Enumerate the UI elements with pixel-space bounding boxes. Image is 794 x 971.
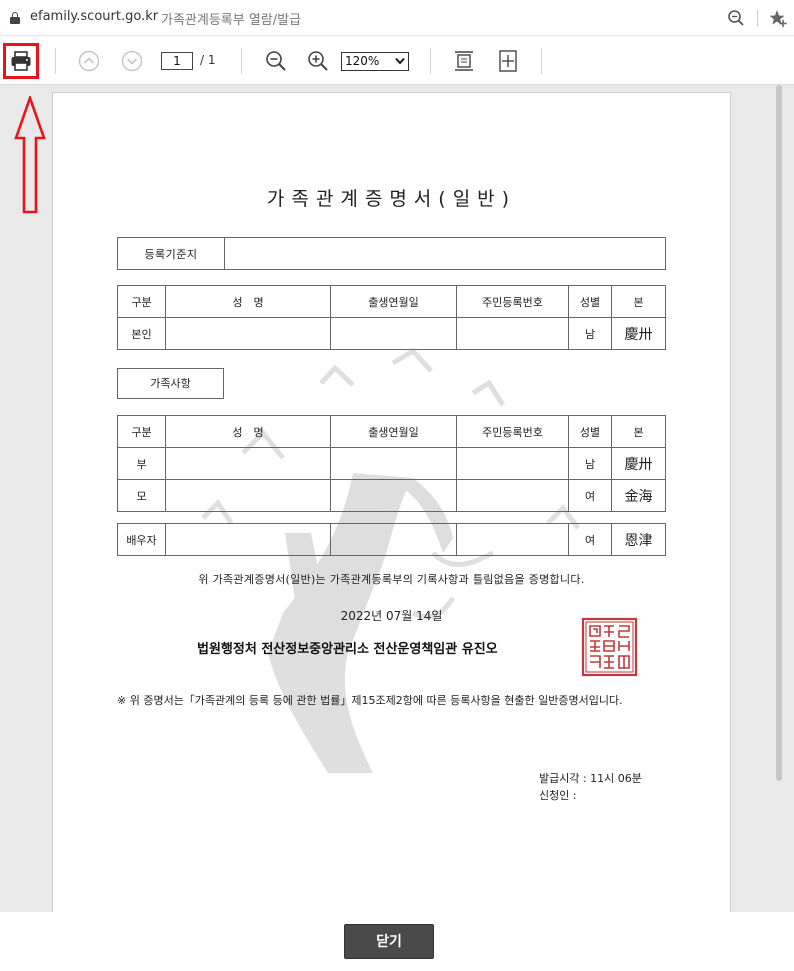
col-origin: 본	[611, 285, 666, 318]
bookmark-star-icon[interactable]	[768, 8, 788, 28]
row-id-number	[456, 317, 569, 350]
table-header-row: 구분 성 명 출생연월일 주민등록번호 성별 본	[117, 415, 666, 448]
row-id-number	[456, 479, 569, 512]
col-origin: 본	[611, 415, 666, 448]
row-gender: 남	[568, 317, 612, 350]
row-category: 본인	[117, 317, 166, 350]
row-id-number	[456, 523, 569, 556]
zoom-icon[interactable]	[727, 9, 745, 27]
chevron-down-icon	[121, 50, 143, 72]
registration-label: 등록기준지	[117, 237, 225, 270]
page-number-input[interactable]: 1	[161, 52, 193, 70]
row-origin: 慶卅	[611, 447, 666, 480]
row-id-number	[456, 447, 569, 480]
pdf-toolbar: 1 / 1 120%	[0, 37, 794, 85]
document-title: 가족관계증명서(일반)	[266, 188, 517, 210]
col-id-number: 주민등록번호	[456, 415, 569, 448]
close-button[interactable]: 닫기	[344, 924, 434, 959]
row-origin: 金海	[611, 479, 666, 512]
row-category: 모	[117, 479, 166, 512]
col-id-number: 주민등록번호	[456, 285, 569, 318]
col-gender: 성별	[568, 415, 612, 448]
address-divider	[757, 10, 758, 26]
family-table: 구분 성 명 출생연월일 주민등록번호 성별 본 부 남 慶卅 모 여 金海	[117, 415, 666, 512]
row-name	[165, 317, 331, 350]
row-name	[165, 523, 331, 556]
address-bar: efamily.scourt.go.kr 가족관계등록부 열람/발급	[0, 0, 794, 36]
row-category: 부	[117, 447, 166, 480]
chevron-up-icon	[78, 50, 100, 72]
table-row: 배우자 여 恩津	[117, 523, 666, 556]
zoom-out-icon	[266, 51, 286, 71]
row-birth	[330, 479, 457, 512]
toolbar-divider	[241, 48, 242, 74]
spouse-table: 배우자 여 恩津	[117, 523, 666, 556]
url-text[interactable]: efamily.scourt.go.kr	[30, 9, 158, 24]
lock-icon	[10, 12, 20, 24]
table-header-row: 구분 성 명 출생연월일 주민등록번호 성별 본	[117, 285, 666, 318]
row-gender: 여	[568, 523, 612, 556]
row-birth	[330, 523, 457, 556]
zoom-in-button[interactable]	[306, 47, 330, 75]
red-arrow-annotation	[14, 96, 46, 214]
fit-page-icon	[499, 50, 517, 72]
toolbar-divider	[541, 48, 542, 74]
row-category: 배우자	[117, 523, 166, 556]
zoom-in-icon	[308, 51, 328, 71]
prev-page-button[interactable]	[78, 47, 100, 75]
applicant: 신청인 :	[539, 789, 577, 802]
registration-value	[224, 237, 666, 270]
self-table: 구분 성 명 출생연월일 주민등록번호 성별 본 본인 남 慶卅	[117, 285, 666, 350]
registration-table: 등록기준지	[117, 237, 666, 270]
col-name: 성 명	[165, 415, 331, 448]
print-button[interactable]	[3, 43, 39, 79]
fit-page-button[interactable]	[497, 47, 519, 75]
issue-time: 발급시각 : 11시 06분	[539, 772, 642, 785]
next-page-button[interactable]	[121, 47, 143, 75]
toolbar-divider	[55, 48, 56, 74]
page-title: 가족관계등록부 열람/발급	[161, 13, 302, 28]
table-row: 부 남 慶卅	[117, 447, 666, 480]
row-gender: 여	[568, 479, 612, 512]
row-origin: 慶卅	[611, 317, 666, 350]
zoom-select[interactable]: 120%	[341, 52, 409, 71]
row-name	[165, 447, 331, 480]
legal-note: ※ 위 증명서는「가족관계의 등록 등에 관한 법률」제15조제2항에 따른 등…	[117, 694, 623, 707]
scrollbar-thumb[interactable]	[776, 85, 782, 781]
fit-width-icon	[455, 51, 473, 71]
footer-bar: 닫기	[0, 912, 794, 971]
document-page: 가족관계증명서(일반) 등록기준지 구분 성 명 출생연월일 주민등록번호 성별…	[53, 93, 730, 912]
table-row: 본인 남 慶卅	[117, 317, 666, 350]
official-seal-icon	[581, 617, 638, 677]
row-name	[165, 479, 331, 512]
col-name: 성 명	[165, 285, 331, 318]
row-birth	[330, 447, 457, 480]
certification-text: 위 가족관계증명서(일반)는 가족관계등록부의 기록사항과 틀림없음을 증명합니…	[198, 573, 585, 586]
family-section-label: 가족사항	[117, 368, 224, 399]
zoom-select-value: 120%	[345, 54, 380, 68]
row-gender: 남	[568, 447, 612, 480]
col-birth: 출생연월일	[330, 415, 457, 448]
document-viewer[interactable]: 가족관계증명서(일반) 등록기준지 구분 성 명 출생연월일 주민등록번호 성별…	[0, 85, 794, 912]
app-window: efamily.scourt.go.kr 가족관계등록부 열람/발급 1 / 1	[0, 0, 794, 971]
toolbar-divider	[430, 48, 431, 74]
page-total: / 1	[200, 53, 216, 67]
fit-width-button[interactable]	[453, 47, 475, 75]
col-gender: 성별	[568, 285, 612, 318]
issuer-name: 법원행정처 전산정보중앙관리소 전산운영책임관 유진오	[197, 642, 498, 657]
print-icon	[11, 51, 31, 71]
table-row: 모 여 金海	[117, 479, 666, 512]
col-category: 구분	[117, 285, 166, 318]
col-category: 구분	[117, 415, 166, 448]
row-origin: 恩津	[611, 523, 666, 556]
col-birth: 출생연월일	[330, 285, 457, 318]
row-birth	[330, 317, 457, 350]
caret-down-icon	[395, 57, 405, 65]
zoom-out-button[interactable]	[264, 47, 288, 75]
